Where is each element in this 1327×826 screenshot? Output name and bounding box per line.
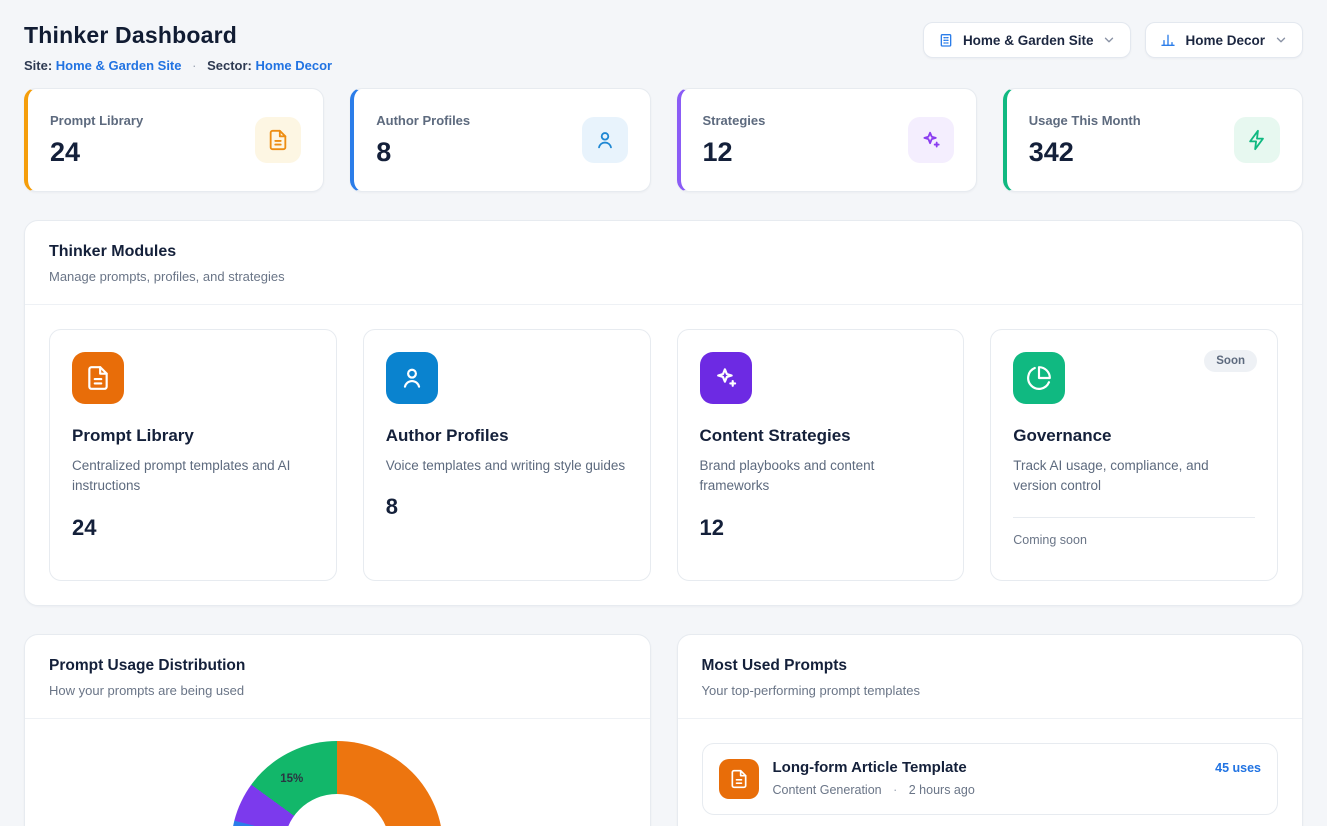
stat-value: 24: [50, 137, 143, 168]
prompt-info: Long-form Article Template Content Gener…: [773, 759, 1202, 797]
prompts-panel-header: Most Used Prompts Your top-performing pr…: [678, 635, 1303, 719]
prompt-category: Content Generation: [773, 783, 882, 797]
sector-link[interactable]: Home Decor: [256, 58, 333, 73]
stat-label: Author Profiles: [376, 113, 470, 128]
stat-text: Strategies 12: [703, 113, 766, 168]
module-title: Author Profiles: [386, 426, 628, 446]
usage-panel-title: Prompt Usage Distribution: [49, 657, 626, 675]
module-title: Governance: [1013, 426, 1255, 446]
module-description: Track AI usage, compliance, and version …: [1013, 456, 1255, 497]
stat-card-author-profiles: Author Profiles 8: [350, 88, 650, 192]
person-icon: [582, 117, 628, 163]
chevron-down-icon: [1102, 33, 1116, 47]
site-label: Site:: [24, 58, 52, 73]
stat-card-strategies: Strategies 12: [677, 88, 977, 192]
coming-soon-note: Coming soon: [1013, 517, 1255, 547]
stat-card-usage: Usage This Month 342: [1003, 88, 1303, 192]
stat-card-prompt-library: Prompt Library 24: [24, 88, 324, 192]
stat-label: Usage This Month: [1029, 113, 1141, 128]
header-selectors: Home & Garden Site Home Decor: [923, 22, 1303, 58]
lightning-icon: [1234, 117, 1280, 163]
stat-text: Author Profiles 8: [376, 113, 470, 168]
person-icon: [386, 352, 438, 404]
module-card-governance[interactable]: Soon Governance Track AI usage, complian…: [990, 329, 1278, 581]
sector-label: Sector:: [207, 58, 252, 73]
stat-text: Prompt Library 24: [50, 113, 143, 168]
donut-segment-label: 15%: [280, 773, 303, 785]
prompts-panel-subtitle: Your top-performing prompt templates: [702, 683, 1279, 698]
sparkle-star-icon: [908, 117, 954, 163]
site-selector-value: Home & Garden Site: [963, 33, 1094, 48]
usage-panel-subtitle: How your prompts are being used: [49, 683, 626, 698]
module-count: 24: [72, 515, 314, 541]
prompt-uses-badge: 45 uses: [1215, 761, 1261, 775]
sector-selector-dropdown[interactable]: Home Decor: [1145, 22, 1303, 58]
modules-header: Thinker Modules Manage prompts, profiles…: [25, 221, 1302, 305]
breadcrumb: Site: Home & Garden Site · Sector: Home …: [24, 58, 332, 73]
file-text-icon: [719, 759, 759, 799]
most-used-prompts-panel: Most Used Prompts Your top-performing pr…: [677, 634, 1304, 826]
chart-area: 15%: [25, 719, 650, 826]
stats-row: Prompt Library 24 Author Profiles 8 Stra…: [24, 88, 1303, 192]
sparkle-star-icon: [700, 352, 752, 404]
stat-label: Prompt Library: [50, 113, 143, 128]
bar-chart-icon: [1160, 32, 1176, 48]
page-title: Thinker Dashboard: [24, 22, 332, 49]
module-description: Centralized prompt templates and AI inst…: [72, 456, 314, 497]
module-title: Content Strategies: [700, 426, 942, 446]
usage-distribution-panel: Prompt Usage Distribution How your promp…: [24, 634, 651, 826]
site-link[interactable]: Home & Garden Site: [56, 58, 182, 73]
breadcrumb-separator: ·: [192, 58, 196, 73]
usage-panel-header: Prompt Usage Distribution How your promp…: [25, 635, 650, 719]
usage-donut: 15%: [231, 741, 443, 826]
module-description: Brand playbooks and content frameworks: [700, 456, 942, 497]
stat-text: Usage This Month 342: [1029, 113, 1141, 168]
modules-title: Thinker Modules: [49, 243, 1278, 261]
pie-chart-icon: [1013, 352, 1065, 404]
stat-value: 12: [703, 137, 766, 168]
dashboard-page: Thinker Dashboard Site: Home & Garden Si…: [0, 0, 1327, 826]
modules-grid: Prompt Library Centralized prompt templa…: [25, 305, 1302, 605]
module-card-prompt-library[interactable]: Prompt Library Centralized prompt templa…: [49, 329, 337, 581]
module-title: Prompt Library: [72, 426, 314, 446]
stat-value: 8: [376, 137, 470, 168]
meta-separator: ·: [893, 783, 897, 797]
thinker-modules-section: Thinker Modules Manage prompts, profiles…: [24, 220, 1303, 606]
prompt-time: 2 hours ago: [909, 783, 975, 797]
chevron-down-icon: [1274, 33, 1288, 47]
stat-value: 342: [1029, 137, 1141, 168]
module-card-content-strategies[interactable]: Content Strategies Brand playbooks and c…: [677, 329, 965, 581]
file-text-icon: [255, 117, 301, 163]
modules-subtitle: Manage prompts, profiles, and strategies: [49, 269, 1278, 284]
bottom-row: Prompt Usage Distribution How your promp…: [24, 634, 1303, 826]
header-titles: Thinker Dashboard Site: Home & Garden Si…: [24, 22, 332, 73]
sector-selector-value: Home Decor: [1185, 33, 1265, 48]
site-selector-dropdown[interactable]: Home & Garden Site: [923, 22, 1132, 58]
prompt-title: Long-form Article Template: [773, 759, 1202, 776]
prompt-meta: Content Generation · 2 hours ago: [773, 783, 1202, 797]
soon-badge: Soon: [1204, 350, 1257, 372]
module-count: 8: [386, 494, 628, 520]
module-description: Voice templates and writing style guides: [386, 456, 628, 476]
building-icon: [938, 32, 954, 48]
file-text-icon: [72, 352, 124, 404]
stat-label: Strategies: [703, 113, 766, 128]
prompt-list-item[interactable]: Long-form Article Template Content Gener…: [702, 743, 1279, 815]
header: Thinker Dashboard Site: Home & Garden Si…: [24, 22, 1303, 73]
prompts-panel-title: Most Used Prompts: [702, 657, 1279, 675]
module-count: 12: [700, 515, 942, 541]
module-card-author-profiles[interactable]: Author Profiles Voice templates and writ…: [363, 329, 651, 581]
